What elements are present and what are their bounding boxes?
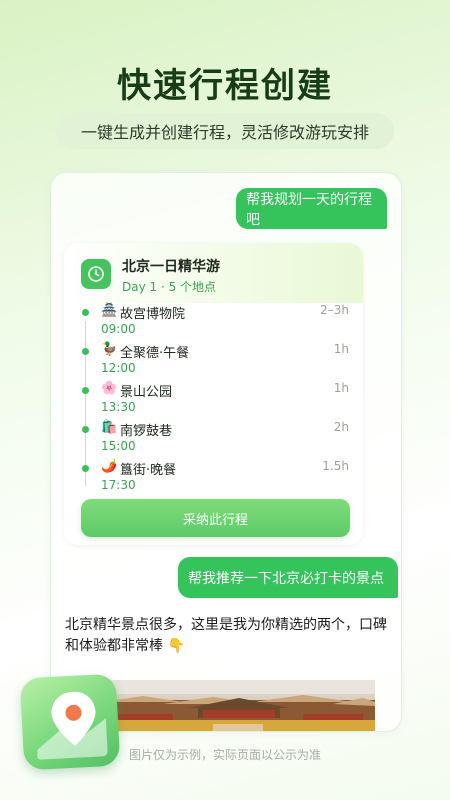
chat-preview-card: 帮我规划一天的行程吧 北京一日精华游 Day 1 · 5 个地点 🏯 故宫博物院… bbox=[50, 172, 402, 732]
timeline-stop[interactable]: 🏯 故宫博物院 2–3h 09:00 bbox=[64, 303, 363, 342]
stop-duration: 2–3h bbox=[320, 303, 349, 317]
stop-duration: 1h bbox=[333, 381, 349, 395]
page-title: 快速行程创建 bbox=[117, 66, 333, 106]
stop-name: 簋街·晚餐 bbox=[120, 463, 177, 478]
chili-pepper-icon: 🌶️ bbox=[101, 459, 118, 474]
itinerary-title: 北京一日精华游 bbox=[122, 259, 220, 275]
stop-name: 故宫博物院 bbox=[120, 307, 186, 322]
itinerary-meta: Day 1 · 5 个地点 bbox=[122, 280, 217, 294]
stop-duration: 1h bbox=[333, 342, 349, 356]
stop-time: 15:00 bbox=[101, 439, 136, 453]
flower-icon: 🌸 bbox=[101, 381, 118, 396]
adopt-itinerary-button[interactable]: 采纳此行程 bbox=[81, 499, 350, 537]
duck-icon: 🦆 bbox=[101, 342, 118, 357]
timeline-dot bbox=[82, 348, 89, 355]
disclaimer-note: 图片仅为示例，实际页面以公示为准 bbox=[128, 748, 321, 762]
timeline-dot bbox=[82, 465, 89, 472]
timeline-stop[interactable]: 🌸 景山公园 1h 13:30 bbox=[64, 381, 363, 420]
forbidden-city-photo[interactable] bbox=[103, 680, 375, 731]
timeline-dot bbox=[82, 426, 89, 433]
timeline-dot bbox=[82, 309, 89, 316]
stop-time: 17:30 bbox=[101, 478, 136, 492]
stop-name: 景山公园 bbox=[120, 385, 173, 400]
stop-time: 09:00 bbox=[101, 322, 136, 336]
clock-icon bbox=[81, 259, 111, 289]
user-message-recommend: 帮我推荐一下北京必打卡的景点 bbox=[178, 557, 398, 598]
stop-time: 12:00 bbox=[101, 361, 136, 375]
page-subtitle: 一键生成并创建行程，灵活修改游玩安排 bbox=[56, 113, 394, 149]
timeline-stop[interactable]: 🛍️ 南锣鼓巷 2h 15:00 bbox=[64, 420, 363, 459]
user-message-plan: 帮我规划一天的行程吧 bbox=[236, 188, 387, 229]
assistant-message: 北京精华景点很多，这里是我为你精选的两个，口碑和体验都非常棒 👇 bbox=[55, 609, 397, 667]
stop-duration: 1.5h bbox=[322, 459, 349, 473]
timeline-stop[interactable]: 🌶️ 簋街·晚餐 1.5h 17:30 bbox=[64, 459, 363, 498]
timeline-dot bbox=[82, 387, 89, 394]
stop-name: 南锣鼓巷 bbox=[120, 424, 173, 439]
stop-name: 全聚德·午餐 bbox=[120, 346, 190, 361]
shopping-bag-icon: 🛍️ bbox=[101, 420, 118, 435]
stop-time: 13:30 bbox=[101, 400, 136, 414]
palace-icon: 🏯 bbox=[101, 303, 118, 318]
itinerary-card: 北京一日精华游 Day 1 · 5 个地点 🏯 故宫博物院 2–3h 09:00… bbox=[64, 243, 363, 545]
stop-duration: 2h bbox=[333, 420, 349, 434]
timeline-stop[interactable]: 🦆 全聚德·午餐 1h 12:00 bbox=[64, 342, 363, 381]
